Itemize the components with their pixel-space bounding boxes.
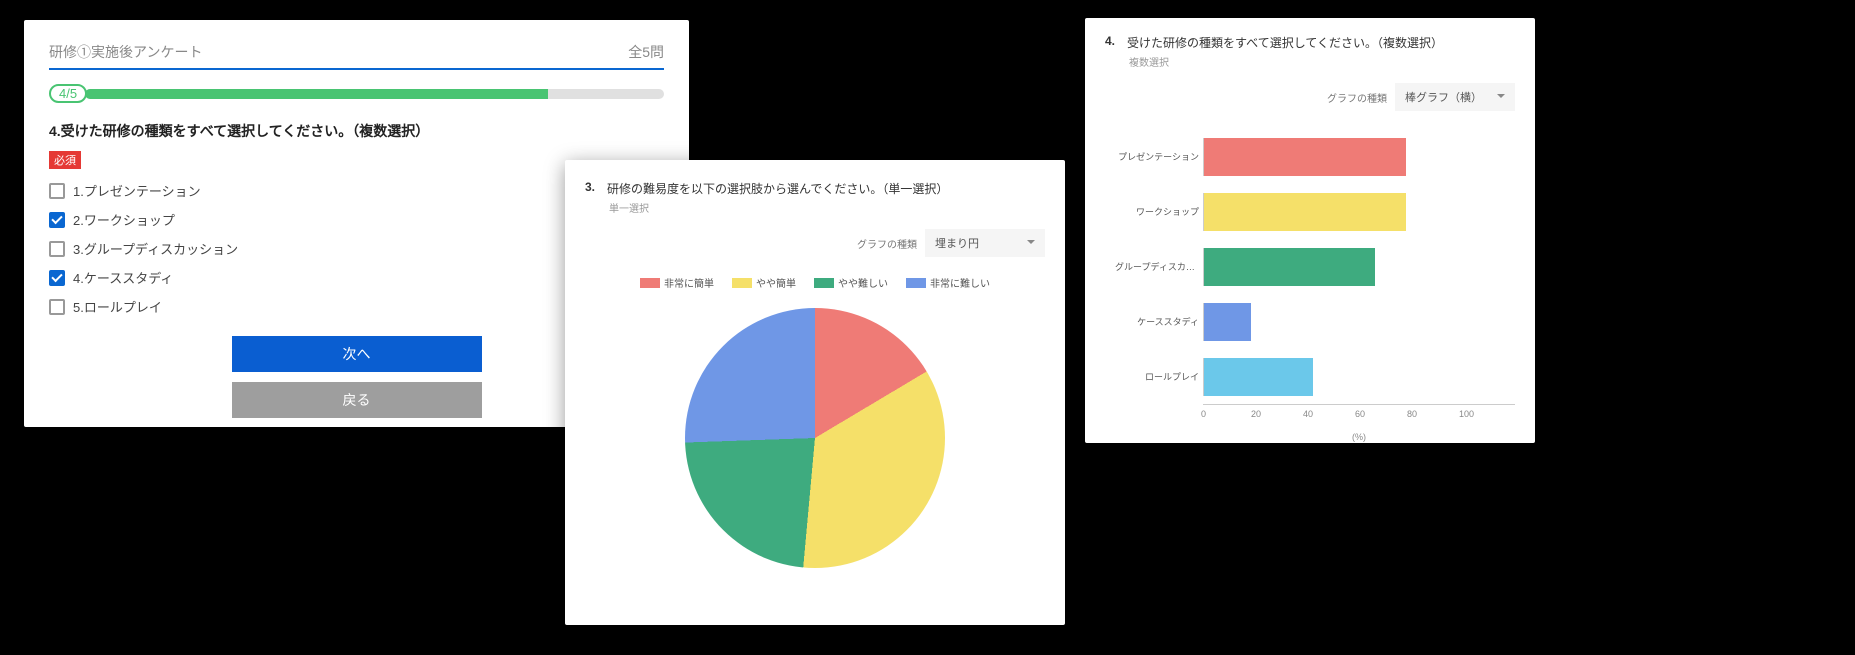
option-label: 4.ケーススタディ	[73, 268, 173, 287]
bar-label: ロールプレイ	[1115, 370, 1203, 383]
next-button[interactable]: 次へ	[232, 336, 482, 372]
axis-tick: 60	[1355, 405, 1407, 419]
x-axis: 020406080100	[1203, 404, 1515, 428]
axis-tick: 40	[1303, 405, 1355, 419]
legend-label: 非常に難しい	[930, 275, 990, 290]
axis-tick: 80	[1407, 405, 1459, 419]
bar-label: ワークショップ	[1115, 205, 1203, 218]
legend-item: 非常に簡単	[640, 275, 714, 290]
bar-card: 4. 受けた研修の種類をすべて選択してください。（複数選択） 複数選択 グラフの…	[1085, 18, 1535, 443]
bar-question-number: 4.	[1105, 34, 1115, 51]
checkbox-icon[interactable]	[49, 241, 65, 257]
axis-tick: 20	[1251, 405, 1303, 419]
bar-fill	[1204, 358, 1313, 396]
bar-label: グループディスカッシ...	[1115, 260, 1203, 273]
bar-graph-type: グラフの種類 棒グラフ（横）	[1105, 83, 1515, 111]
bar-fill	[1204, 303, 1251, 341]
bar-chart: プレゼンテーションワークショップグループディスカッシ... ケーススタディロールプ…	[1105, 129, 1515, 404]
bar-graph-type-select[interactable]: 棒グラフ（横）	[1395, 83, 1515, 111]
legend-swatch	[906, 278, 926, 288]
bar-fill	[1204, 193, 1406, 231]
option-label: 2.ワークショップ	[73, 210, 175, 229]
bar-question-text: 受けた研修の種類をすべて選択してください。（複数選択）	[1127, 34, 1443, 51]
bar-track	[1203, 303, 1515, 341]
legend-label: 非常に簡単	[664, 275, 714, 290]
legend-item: やや難しい	[814, 275, 888, 290]
checkbox-icon[interactable]	[49, 212, 65, 228]
bar-label: プレゼンテーション	[1115, 150, 1203, 163]
pie-graph-type-value: 埋まり円	[935, 238, 979, 250]
axis-ticks: 020406080100	[1203, 405, 1515, 419]
survey-title: 研修①実施後アンケート	[49, 42, 202, 62]
pie-graph-type: グラフの種類 埋まり円	[585, 229, 1045, 257]
legend-swatch	[640, 278, 660, 288]
axis-row: 020406080100	[1203, 404, 1515, 428]
bar-track	[1203, 138, 1515, 176]
required-badge: 必須	[49, 151, 81, 169]
progress-fill	[85, 89, 548, 99]
bar-row: ケーススタディ	[1115, 294, 1515, 349]
bar-question-row: 4. 受けた研修の種類をすべて選択してください。（複数選択）	[1105, 34, 1515, 51]
question-text: 4.受けた研修の種類をすべて選択してください。（複数選択）	[49, 121, 664, 141]
bar-track	[1203, 248, 1515, 286]
checkbox-icon[interactable]	[49, 270, 65, 286]
legend-swatch	[732, 278, 752, 288]
legend-swatch	[814, 278, 834, 288]
legend-item: やや簡単	[732, 275, 796, 290]
bar-fill	[1204, 248, 1375, 286]
pie-question-number: 3.	[585, 180, 595, 197]
pie-question-text: 研修の難易度を以下の選択肢から選んでください。（単一選択）	[607, 180, 948, 197]
axis-tick: 0	[1201, 405, 1253, 419]
bar-row: ワークショップ	[1115, 184, 1515, 239]
pie-legend: 非常に簡単 やや簡単 やや難しい 非常に難しい	[585, 275, 1045, 290]
pie-wrap	[585, 308, 1045, 568]
option-label: 5.ロールプレイ	[73, 297, 162, 316]
checkbox-icon[interactable]	[49, 299, 65, 315]
pie-chart	[685, 308, 945, 568]
bar-graph-type-value: 棒グラフ（横）	[1405, 92, 1482, 104]
bar-row: グループディスカッシ...	[1115, 239, 1515, 294]
legend-label: やや簡単	[756, 275, 796, 290]
graph-type-label: グラフの種類	[857, 236, 917, 251]
survey-total: 全5問	[628, 42, 664, 62]
pie-graph-type-select[interactable]: 埋まり円	[925, 229, 1045, 257]
pie-card: 3. 研修の難易度を以下の選択肢から選んでください。（単一選択） 単一選択 グラ…	[565, 160, 1065, 625]
legend-label: やや難しい	[838, 275, 888, 290]
pie-question-subtype: 単一選択	[609, 200, 1045, 215]
bar-track	[1203, 193, 1515, 231]
pie-question-row: 3. 研修の難易度を以下の選択肢から選んでください。（単一選択）	[585, 180, 1045, 197]
bar-label: ケーススタディ	[1115, 315, 1203, 328]
bar-question-subtype: 複数選択	[1129, 54, 1515, 69]
option-label: 1.プレゼンテーション	[73, 181, 201, 200]
bar-fill	[1204, 138, 1406, 176]
option-label: 3.グループディスカッション	[73, 239, 238, 258]
axis-label: (%)	[1203, 432, 1515, 442]
progress: 4/5	[49, 84, 664, 103]
graph-type-label: グラフの種類	[1327, 90, 1387, 105]
axis-tick: 100	[1459, 405, 1511, 419]
checkbox-icon[interactable]	[49, 183, 65, 199]
back-button[interactable]: 戻る	[232, 382, 482, 418]
progress-bar	[85, 89, 664, 99]
bar-row: プレゼンテーション	[1115, 129, 1515, 184]
progress-pill: 4/5	[49, 84, 87, 103]
survey-header: 研修①実施後アンケート 全5問	[49, 42, 664, 70]
legend-item: 非常に難しい	[906, 275, 990, 290]
bar-track	[1203, 358, 1515, 396]
bar-row: ロールプレイ	[1115, 349, 1515, 404]
